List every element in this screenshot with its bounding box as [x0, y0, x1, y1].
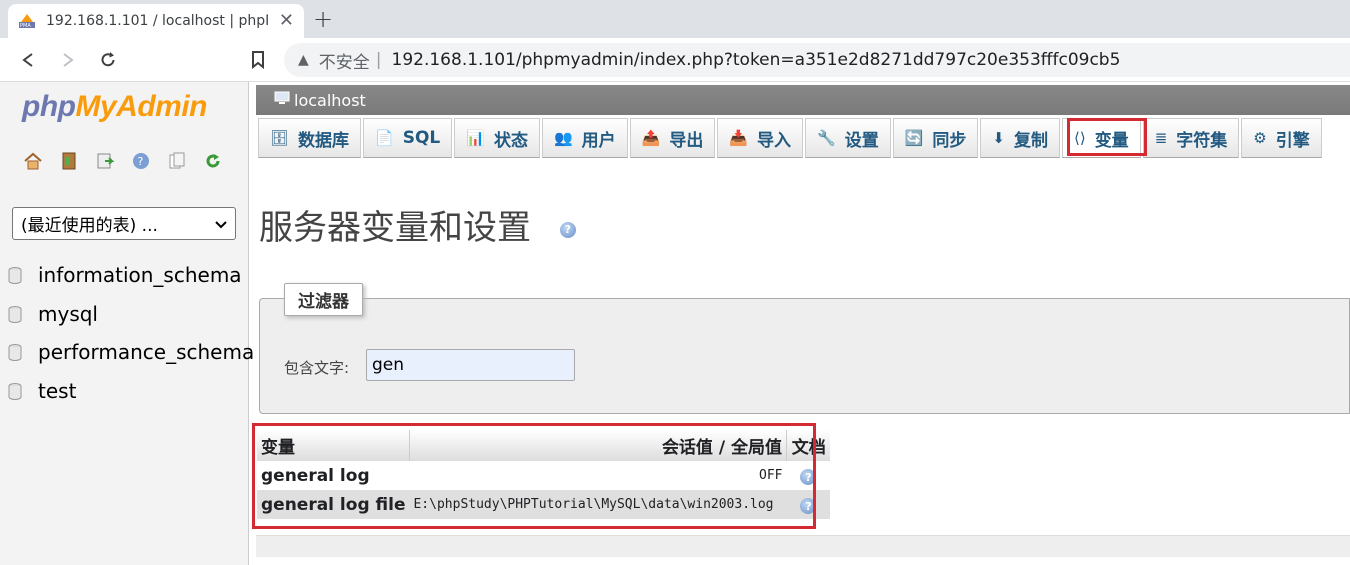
chevron-down-icon — [215, 214, 227, 234]
phpmyadmin-favicon-icon: PMA — [18, 12, 36, 30]
server-label[interactable]: localhost — [294, 91, 366, 110]
close-tab-icon[interactable]: ✕ — [279, 10, 294, 31]
filter-input[interactable]: gen — [366, 349, 575, 381]
database-item[interactable]: information_schema — [8, 256, 254, 295]
phpmyadmin-logo[interactable]: phpMyAdmin — [22, 90, 207, 124]
quick-icons: ? — [22, 150, 224, 172]
server-breadcrumb: localhost — [256, 85, 1350, 115]
variables-tab-highlight — [1067, 118, 1147, 156]
insecure-label: 不安全 — [318, 52, 370, 73]
tab-databases[interactable]: 🗄 数据库 — [258, 118, 362, 158]
address-bar[interactable]: ▲ 不安全 | 192.168.1.101/phpmyadmin/index.p… — [284, 43, 1350, 77]
svg-text:PMA: PMA — [20, 23, 31, 29]
export-icon: 📤 — [641, 129, 661, 147]
reload-navigation-icon[interactable] — [202, 150, 224, 172]
sql-query-icon[interactable] — [94, 150, 116, 172]
tab-export[interactable]: 📤 导出 — [629, 118, 716, 158]
users-icon: 👥 — [553, 129, 573, 147]
import-icon: 📥 — [729, 129, 749, 147]
browser-toolbar: ▲ 不安全 | 192.168.1.101/phpmyadmin/index.p… — [0, 38, 1350, 82]
sql-icon: 📄 — [375, 129, 394, 147]
footer-bar — [256, 535, 1350, 557]
database-label[interactable]: mysql — [38, 302, 98, 326]
table-highlight — [252, 423, 816, 529]
back-icon[interactable] — [16, 48, 40, 72]
wrench-icon: 🔧 — [817, 129, 836, 147]
page-title: 服务器变量和设置 ? — [259, 200, 576, 249]
database-icon — [8, 305, 22, 323]
database-icon — [8, 382, 22, 400]
top-menu: 🗄 数据库 📄 SQL 📊 状态 👥 用户 📤 导出 📥 导入 🔧 设置 🔄 同… — [258, 118, 1324, 158]
database-icon — [8, 343, 22, 362]
reload-icon[interactable] — [96, 48, 120, 72]
filter-label: 包含文字: — [284, 359, 350, 377]
forward-icon[interactable] — [56, 48, 80, 72]
charset-icon: ≣ — [1154, 129, 1168, 147]
tab-charsets[interactable]: ≣ 字符集 — [1142, 118, 1240, 158]
recent-tables-selected: (最近使用的表) ... — [21, 216, 158, 236]
sync-icon: 🔄 — [904, 129, 924, 147]
home-icon[interactable] — [22, 150, 44, 172]
browser-tab[interactable]: PMA 192.168.1.101 / localhost | phpMyAdm… — [8, 4, 304, 38]
warning-icon: ▲ — [298, 52, 309, 68]
url-separator: | — [375, 50, 382, 70]
docs-icon[interactable] — [166, 150, 188, 172]
tab-sql[interactable]: 📄 SQL — [363, 118, 453, 158]
tab-title: 192.168.1.101 / localhost | phpMyAdmin — [46, 13, 268, 29]
new-tab-button[interactable]: + — [313, 5, 333, 33]
navigation-panel: phpMyAdmin ? (最近使用的表) ... information_sc… — [0, 82, 254, 565]
database-item[interactable]: test — [8, 372, 254, 411]
server-icon — [274, 91, 290, 109]
tab-status[interactable]: 📊 状态 — [454, 118, 540, 158]
tab-replication[interactable]: ⬇ 复制 — [980, 118, 1060, 158]
status-icon: 📊 — [466, 129, 485, 147]
tab-users[interactable]: 👥 用户 — [541, 118, 628, 158]
logout-icon[interactable] — [58, 150, 80, 172]
svg-text:?: ? — [138, 155, 144, 168]
database-label[interactable]: test — [38, 379, 76, 403]
database-list: information_schema mysql performance_sch… — [8, 256, 254, 410]
url-text[interactable]: 192.168.1.101/phpmyadmin/index.php?token… — [392, 50, 1121, 70]
engine-icon: ⚙ — [1253, 129, 1267, 147]
database-icon: 🗄 — [270, 129, 290, 147]
database-item[interactable]: performance_schema — [8, 333, 254, 372]
tab-engines[interactable]: ⚙ 引擎 — [1241, 118, 1322, 158]
browser-tab-bar: PMA 192.168.1.101 / localhost | phpMyAdm… — [0, 0, 1350, 38]
database-label[interactable]: performance_schema — [38, 340, 254, 364]
database-icon — [8, 266, 22, 285]
filter-legend: 过滤器 — [284, 283, 363, 316]
tab-sync[interactable]: 🔄 同步 — [892, 118, 979, 158]
help-icon[interactable]: ? — [130, 150, 152, 172]
recent-tables-select[interactable]: (最近使用的表) ... — [12, 207, 236, 240]
database-label[interactable]: information_schema — [38, 263, 242, 287]
tab-import[interactable]: 📥 导入 — [717, 118, 804, 158]
tab-settings[interactable]: 🔧 设置 — [805, 118, 891, 158]
database-item[interactable]: mysql — [8, 295, 254, 334]
bookmark-icon[interactable] — [246, 48, 270, 72]
replication-icon: ⬇ — [992, 129, 1005, 147]
help-icon[interactable]: ? — [559, 221, 576, 238]
